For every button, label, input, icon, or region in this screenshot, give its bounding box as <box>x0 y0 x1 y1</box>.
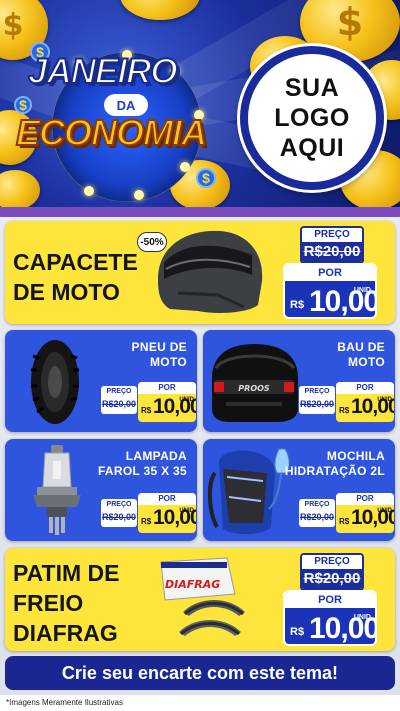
logo-text-line: SUA <box>284 74 340 102</box>
discount-badge: -50% <box>137 232 167 252</box>
product-name: CAPACETE DE MOTO <box>13 249 138 305</box>
price-tag: POR R$ 10,00 UNID <box>283 590 377 646</box>
top-case-icon: PROOS <box>212 344 298 422</box>
old-price-box: PREÇO R$20,00 <box>299 386 335 414</box>
product-card[interactable]: MOCHILA HIDRATAÇÃO 2L PREÇO R$20,00 POR … <box>203 439 395 541</box>
old-price-box: PREÇO R$20,00 <box>300 226 364 264</box>
brand-text: DIAFRAG <box>165 578 220 591</box>
price-tag: POR R$ 10,00 UNID <box>336 382 394 422</box>
product-card-featured[interactable]: PATIM DE FREIO DIAFRAG DIAFRAG PREÇO R$2… <box>5 548 395 651</box>
logo-text-line: AQUI <box>279 134 345 162</box>
marquee-bulb-icon <box>180 162 190 172</box>
product-card[interactable]: LAMPADA FAROL 35 X 35 PREÇO R$20,00 POR … <box>5 439 197 541</box>
product-name: BAU DE MOTO <box>337 340 385 369</box>
create-flyer-cta-button[interactable]: Crie seu encarte com este tema! <box>5 656 395 690</box>
brake-shoe-icon: DIAFRAG <box>160 557 245 636</box>
price-tag: POR R$ 10,00 UNID <box>138 493 196 533</box>
headlight-bulb-icon <box>33 445 81 535</box>
coin-icon <box>120 0 200 20</box>
old-price-box: PREÇO R$20,00 <box>101 499 137 527</box>
flyer-page: $ $ $ $ $ JANEIRO DA ECONOMIA SUA LOGO A… <box>0 0 400 711</box>
product-name: PATIM DE FREIO DIAFRAG <box>13 560 120 646</box>
title-line-1: JANEIRO <box>27 51 179 92</box>
footer-disclaimer: *Imagens Meramente Ilustrativas <box>0 695 400 711</box>
header-divider <box>0 207 400 217</box>
price-tag: POR R$ 10,00 UNID <box>336 493 394 533</box>
title-line-3: ECONOMIA <box>15 111 208 154</box>
product-name: MOCHILA HIDRATAÇÃO 2L <box>284 449 385 478</box>
campaign-title-badge: JANEIRO DA ECONOMIA <box>15 38 222 202</box>
tire-icon <box>31 340 79 424</box>
hydration-backpack-icon <box>208 448 290 535</box>
product-card-featured[interactable]: CAPACETE DE MOTO PREÇO R$20,00 POR R$ 10… <box>5 221 395 324</box>
logo-text-line: LOGO <box>274 104 350 132</box>
product-card[interactable]: PNEU DE MOTO PREÇO R$20,00 POR R$ 10,00 … <box>5 330 197 432</box>
product-name: PNEU DE MOTO <box>131 340 187 369</box>
price-tag: POR R$ 10,00 UNID <box>283 263 377 319</box>
marquee-bulb-icon <box>134 190 144 200</box>
marquee-bulb-icon <box>84 186 94 196</box>
brand-text: PROOS <box>238 384 270 393</box>
logo-placeholder[interactable]: SUA LOGO AQUI <box>240 46 384 190</box>
old-price-box: PREÇO R$20,00 <box>101 386 137 414</box>
header-banner: $ $ $ $ $ JANEIRO DA ECONOMIA SUA LOGO A… <box>0 0 400 212</box>
product-card[interactable]: PROOS BAU DE MOTO PREÇO R$20,00 POR R$ 1… <box>203 330 395 432</box>
old-price-box: PREÇO R$20,00 <box>299 499 335 527</box>
price-tag: POR R$ 10,00 UNID <box>138 382 196 422</box>
product-name: LAMPADA FAROL 35 X 35 <box>97 449 187 478</box>
old-price-box: PREÇO R$20,00 <box>300 553 364 591</box>
